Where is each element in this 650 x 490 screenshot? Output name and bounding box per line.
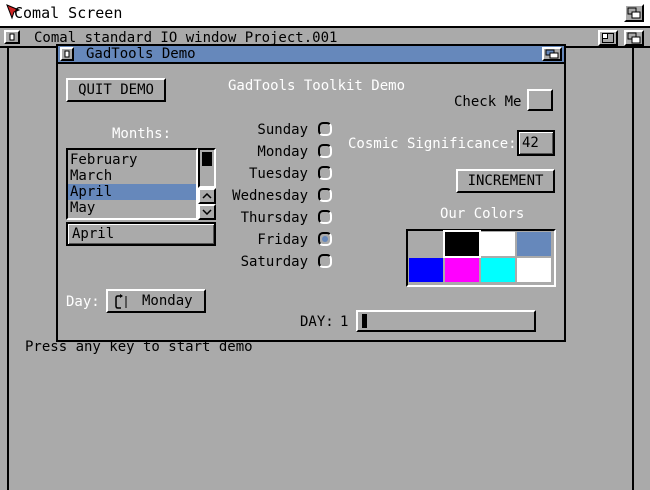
day-cycle-button[interactable]: Monday [106,289,206,313]
radio-label-thursday: Thursday [240,210,308,226]
radio-tuesday[interactable] [318,166,332,180]
list-item[interactable]: February [68,152,196,168]
slider-value: 1 [340,314,349,330]
io-zoom-icon[interactable] [598,30,618,46]
gadtools-demo-window[interactable]: GadTools Demo QUIT DEMO GadTools Toolkit… [56,44,566,342]
palette-label: Our Colors [440,206,525,222]
radio-label-wednesday: Wednesday [232,188,308,204]
selected-month-display: April [66,222,216,246]
radio-label-friday: Friday [257,232,308,248]
io-left-border [7,48,9,490]
list-item-selected[interactable]: April [68,184,196,200]
day-radio-group: Sunday Monday Tuesday Wednesday Thursday… [218,118,338,278]
day-slider[interactable] [356,310,536,332]
radio-label-monday: Monday [257,144,308,160]
demo-close-icon[interactable] [60,47,74,61]
color-swatch[interactable] [517,258,551,282]
integer-label: Cosmic Significance: [348,136,517,152]
scroll-up-icon[interactable] [198,188,216,204]
color-swatch[interactable] [409,232,443,256]
quit-demo-button[interactable]: QUIT DEMO [66,78,166,102]
io-close-icon[interactable] [4,30,20,44]
radio-saturday[interactable] [318,254,332,268]
integer-value: 42 [522,135,539,151]
increment-button[interactable]: INCREMENT [456,169,555,193]
slider-label: DAY: [300,314,334,330]
color-swatch[interactable] [409,258,443,282]
cycle-label: Day: [66,294,100,310]
color-palette[interactable] [406,229,556,287]
radio-label-saturday: Saturday [240,254,308,270]
cycle-value: Monday [142,293,193,309]
color-swatch[interactable] [481,232,515,256]
months-listview[interactable]: February March April May [66,148,198,220]
list-item[interactable]: May [68,200,196,216]
increment-label: INCREMENT [467,173,544,189]
check-me-checkbox[interactable] [527,89,553,111]
color-swatch[interactable] [481,258,515,282]
check-me-label: Check Me [454,94,522,110]
selected-month-text: April [72,226,115,242]
integer-input[interactable]: 42 [517,130,555,156]
radio-label-tuesday: Tuesday [248,166,308,182]
color-swatch[interactable] [445,258,479,282]
radio-thursday[interactable] [318,210,332,224]
quit-demo-label: QUIT DEMO [78,82,154,98]
demo-window-title: GadTools Demo [86,46,196,62]
screen-depth-icon[interactable] [624,4,644,22]
months-label: Months: [112,126,172,142]
io-right-scrollbar[interactable] [632,48,650,490]
io-depth-icon[interactable] [624,30,644,46]
demo-depth-icon[interactable] [542,47,562,61]
radio-monday[interactable] [318,144,332,158]
color-swatch[interactable] [517,232,551,256]
scroll-down-icon[interactable] [198,204,216,220]
cycle-icon [115,294,127,309]
screen-title: Comal Screen [14,4,123,22]
months-scrollbar[interactable] [198,148,216,188]
screen-title-bar[interactable]: Comal Screen [0,0,650,28]
radio-wednesday[interactable] [318,188,332,202]
radio-label-sunday: Sunday [257,122,308,138]
list-item[interactable]: March [68,168,196,184]
demo-heading: GadTools Toolkit Demo [228,78,406,94]
radio-sunday[interactable] [318,122,332,136]
slider-knob[interactable] [362,314,367,328]
radio-friday[interactable] [318,232,332,246]
color-swatch[interactable] [443,230,481,258]
demo-title-bar[interactable]: GadTools Demo [58,46,564,64]
scrollbar-knob[interactable] [202,152,212,166]
